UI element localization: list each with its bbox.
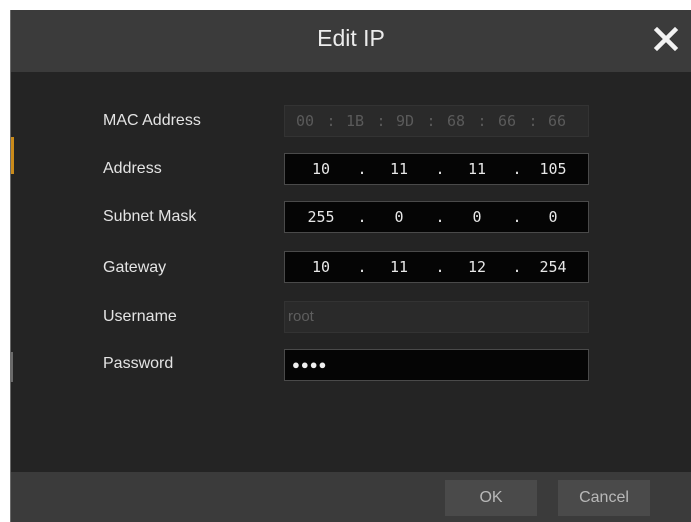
mac-address-field: 00 : 1B : 9D : 68 : 66 : 66 (284, 105, 589, 137)
password-field[interactable]: ●●●● (284, 349, 589, 381)
mac-segment-6: 66 (547, 112, 567, 130)
mac-segment-1: 00 (295, 112, 315, 130)
address-dot: . (512, 160, 522, 178)
subnet-octet-1[interactable]: 255 (293, 202, 349, 232)
address-octet-1[interactable]: 10 (293, 154, 349, 184)
password-label: Password (103, 355, 174, 372)
gateway-octet-3[interactable]: 12 (449, 252, 505, 282)
gateway-field[interactable]: 10 . 11 . 12 . 254 (284, 251, 589, 283)
password-mask: ●●●● (292, 357, 328, 372)
address-dot: . (357, 160, 367, 178)
accent-marker (11, 137, 14, 174)
ok-button[interactable]: OK (445, 480, 537, 516)
side-divider (11, 352, 13, 382)
gateway-octet-4[interactable]: 254 (525, 252, 581, 282)
mac-segment-2: 1B (345, 112, 365, 130)
close-icon (653, 26, 679, 52)
dialog-title: Edit IP (317, 25, 385, 51)
gateway-octet-1[interactable]: 10 (293, 252, 349, 282)
address-dot: . (435, 160, 445, 178)
address-field[interactable]: 10 . 11 . 11 . 105 (284, 153, 589, 185)
gateway-label: Gateway (103, 259, 167, 276)
subnet-octet-4[interactable]: 0 (525, 202, 581, 232)
address-octet-4[interactable]: 105 (525, 154, 581, 184)
edit-ip-dialog: Edit IP MAC Address 00 : 1B : 9D : 68 : … (10, 10, 691, 522)
subnet-dot: . (512, 208, 522, 226)
mac-segment-4: 68 (446, 112, 466, 130)
subnet-mask-label: Subnet Mask (103, 208, 197, 225)
gateway-octet-2[interactable]: 11 (371, 252, 427, 282)
username-value: root (288, 308, 314, 325)
subnet-mask-field[interactable]: 255 . 0 . 0 . 0 (284, 201, 589, 233)
subnet-octet-3[interactable]: 0 (449, 202, 505, 232)
gateway-dot: . (435, 258, 445, 276)
subnet-dot: . (435, 208, 445, 226)
title-bar: Edit IP (11, 10, 691, 72)
gateway-dot: . (512, 258, 522, 276)
dialog-footer: OK Cancel (11, 472, 691, 522)
address-octet-2[interactable]: 11 (371, 154, 427, 184)
mac-separator: : (426, 112, 436, 130)
mac-segment-3: 9D (395, 112, 415, 130)
subnet-dot: . (357, 208, 367, 226)
cancel-button[interactable]: Cancel (558, 480, 650, 516)
close-button[interactable] (651, 24, 681, 54)
mac-address-label: MAC Address (103, 112, 201, 129)
mac-segment-5: 66 (497, 112, 517, 130)
mac-separator: : (477, 112, 487, 130)
gateway-dot: . (357, 258, 367, 276)
address-label: Address (103, 160, 162, 177)
username-label: Username (103, 308, 177, 325)
address-octet-3[interactable]: 11 (449, 154, 505, 184)
username-field: root (284, 301, 589, 333)
subnet-octet-2[interactable]: 0 (371, 202, 427, 232)
